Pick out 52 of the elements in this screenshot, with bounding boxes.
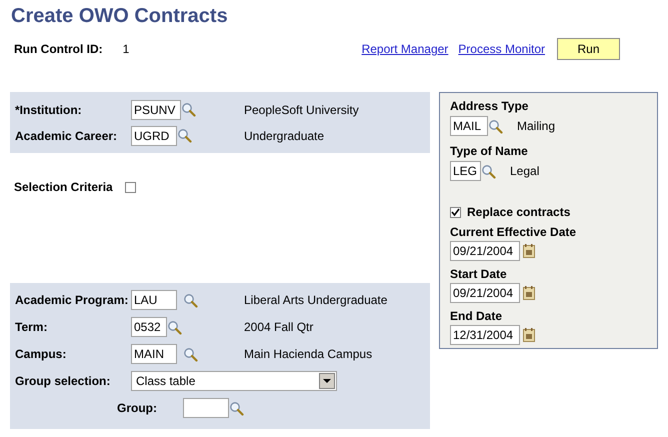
- selection-criteria-label: Selection Criteria: [14, 179, 113, 196]
- field-label: Term:: [15, 319, 48, 336]
- checkbox[interactable]: [124, 182, 136, 192]
- field-label: Address Type: [450, 98, 530, 115]
- search-icon[interactable]: [177, 128, 192, 143]
- link[interactable]: Process Monitor: [458, 40, 545, 58]
- field-description: 2004 Fall Qtr: [244, 319, 314, 336]
- code-field[interactable]: UGRD: [131, 126, 177, 146]
- calendar-icon[interactable]: [523, 328, 535, 342]
- run-control-value: 1: [122, 41, 130, 58]
- run-control-label: Run Control ID:: [14, 41, 103, 58]
- calendar-icon[interactable]: [523, 244, 535, 258]
- date-field[interactable]: 12/31/2004: [450, 325, 520, 345]
- calendar-icon[interactable]: [523, 286, 535, 300]
- checkbox[interactable]: [450, 206, 461, 218]
- field-label: Start Date: [450, 266, 508, 283]
- field-label: Group:: [117, 400, 158, 417]
- code-field[interactable]: LAU: [131, 290, 177, 310]
- field-label: Current Effective Date: [450, 224, 578, 241]
- field-label: Campus:: [15, 346, 68, 363]
- link[interactable]: Report Manager: [362, 40, 448, 58]
- code-field[interactable]: 0532: [131, 317, 167, 337]
- field-description: Legal: [510, 163, 540, 180]
- search-icon[interactable]: [167, 320, 182, 334]
- code-field[interactable]: MAIN: [131, 344, 177, 364]
- code-field[interactable]: LEG: [450, 161, 481, 181]
- search-icon[interactable]: [181, 102, 196, 117]
- field-label: *Institution:: [15, 102, 83, 118]
- group-selection-dropdown[interactable]: Class table: [131, 371, 337, 391]
- search-icon[interactable]: [183, 292, 198, 308]
- search-icon[interactable]: [183, 346, 198, 362]
- search-icon[interactable]: [488, 118, 503, 134]
- page-title: Create OWO Contracts: [11, 4, 228, 29]
- search-icon[interactable]: [481, 164, 496, 178]
- field-description: Main Hacienda Campus: [244, 346, 374, 363]
- field-label: Group selection:: [15, 373, 112, 390]
- date-field[interactable]: 09/21/2004: [450, 241, 520, 261]
- date-field[interactable]: 09/21/2004: [450, 283, 520, 303]
- field-description: Liberal Arts Undergraduate: [244, 292, 388, 309]
- field-label: Academic Career:: [15, 128, 118, 144]
- field-label: End Date: [450, 308, 504, 325]
- replace-contracts-label: Replace contracts: [467, 204, 570, 221]
- field-label: Academic Program:: [15, 292, 130, 309]
- group-field[interactable]: [183, 398, 229, 418]
- field-description: Mailing: [517, 118, 556, 135]
- code-field[interactable]: MAIL: [450, 116, 488, 136]
- field-label: Type of Name: [450, 143, 529, 160]
- code-field[interactable]: PSUNV: [131, 100, 181, 120]
- search-icon[interactable]: [229, 400, 244, 416]
- field-description: Undergraduate: [244, 128, 326, 144]
- field-description: PeopleSoft University: [244, 102, 360, 118]
- run-button[interactable]: Run: [557, 38, 620, 60]
